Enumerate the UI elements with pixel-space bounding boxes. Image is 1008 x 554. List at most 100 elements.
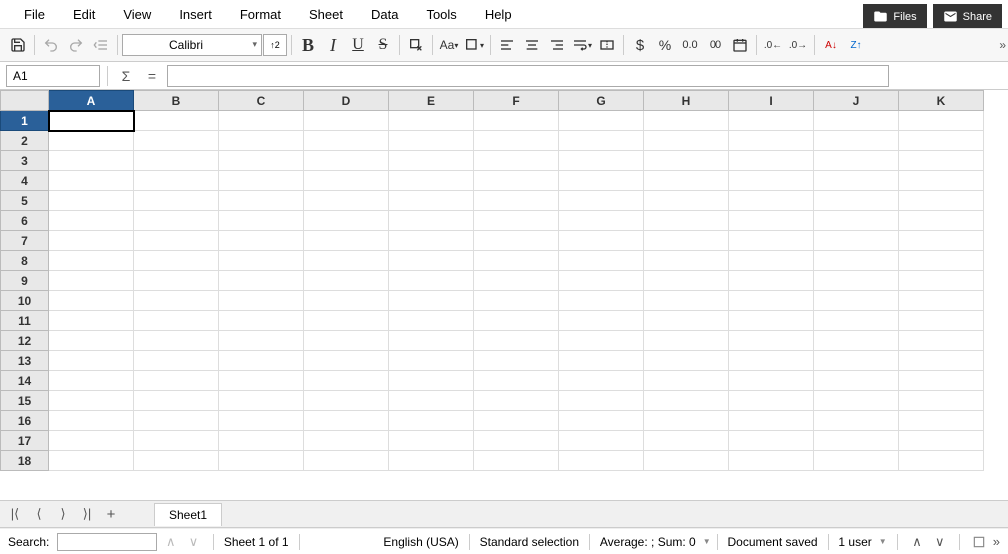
cell-F5[interactable] [474, 191, 559, 211]
column-header-B[interactable]: B [134, 91, 219, 111]
cell-A9[interactable] [49, 271, 134, 291]
cell-I1[interactable] [729, 111, 814, 131]
bg-color-button[interactable]: ▾ [462, 33, 486, 57]
cell-G7[interactable] [559, 231, 644, 251]
row-header-13[interactable]: 13 [1, 351, 49, 371]
cell-D6[interactable] [304, 211, 389, 231]
cell-F7[interactable] [474, 231, 559, 251]
cell-A1[interactable] [49, 111, 134, 131]
cell-J16[interactable] [814, 411, 899, 431]
cell-G5[interactable] [559, 191, 644, 211]
formula-equals-button[interactable]: = [141, 65, 163, 87]
next-sheet-button[interactable]: ⟩ [52, 503, 74, 525]
cell-K9[interactable] [899, 271, 984, 291]
cell-A17[interactable] [49, 431, 134, 451]
cell-J18[interactable] [814, 451, 899, 471]
menu-tools[interactable]: Tools [412, 3, 470, 26]
sort-desc-button[interactable]: Z↑ [844, 33, 868, 57]
cell-G2[interactable] [559, 131, 644, 151]
users-status[interactable]: 1 user [838, 535, 871, 549]
cell-E9[interactable] [389, 271, 474, 291]
cell-D14[interactable] [304, 371, 389, 391]
sort-asc-button[interactable]: A↓ [819, 33, 843, 57]
cell-F15[interactable] [474, 391, 559, 411]
cell-F12[interactable] [474, 331, 559, 351]
cell-A5[interactable] [49, 191, 134, 211]
cell-D11[interactable] [304, 311, 389, 331]
cell-F4[interactable] [474, 171, 559, 191]
cell-K2[interactable] [899, 131, 984, 151]
cell-B14[interactable] [134, 371, 219, 391]
save-button[interactable] [6, 33, 30, 57]
cell-A14[interactable] [49, 371, 134, 391]
cell-K7[interactable] [899, 231, 984, 251]
clear-format-button[interactable] [404, 33, 428, 57]
cell-F16[interactable] [474, 411, 559, 431]
cell-I13[interactable] [729, 351, 814, 371]
cell-E14[interactable] [389, 371, 474, 391]
undo-button[interactable] [39, 33, 63, 57]
menu-format[interactable]: Format [226, 3, 295, 26]
cell-H3[interactable] [644, 151, 729, 171]
cell-C11[interactable] [219, 311, 304, 331]
fit-button[interactable] [970, 531, 989, 553]
cell-H9[interactable] [644, 271, 729, 291]
cell-I8[interactable] [729, 251, 814, 271]
row-header-11[interactable]: 11 [1, 311, 49, 331]
cell-E6[interactable] [389, 211, 474, 231]
cell-E17[interactable] [389, 431, 474, 451]
cell-A8[interactable] [49, 251, 134, 271]
cell-F10[interactable] [474, 291, 559, 311]
cell-K12[interactable] [899, 331, 984, 351]
cell-H14[interactable] [644, 371, 729, 391]
cell-I10[interactable] [729, 291, 814, 311]
cell-F13[interactable] [474, 351, 559, 371]
zoom-in-button[interactable]: ∨ [930, 531, 949, 553]
italic-button[interactable]: I [321, 33, 345, 57]
cell-G10[interactable] [559, 291, 644, 311]
case-button[interactable]: Aa▾ [437, 33, 461, 57]
zoom-out-button[interactable]: ∧ [908, 531, 927, 553]
underline-button[interactable]: U [346, 33, 370, 57]
cell-G14[interactable] [559, 371, 644, 391]
cell-A4[interactable] [49, 171, 134, 191]
status-overflow-button[interactable]: » [993, 534, 1000, 549]
cell-E8[interactable] [389, 251, 474, 271]
cell-A18[interactable] [49, 451, 134, 471]
row-header-17[interactable]: 17 [1, 431, 49, 451]
cell-D17[interactable] [304, 431, 389, 451]
cell-F18[interactable] [474, 451, 559, 471]
cell-G12[interactable] [559, 331, 644, 351]
cell-J11[interactable] [814, 311, 899, 331]
cell-C8[interactable] [219, 251, 304, 271]
percent-button[interactable]: % [653, 33, 677, 57]
cell-G18[interactable] [559, 451, 644, 471]
cell-C13[interactable] [219, 351, 304, 371]
menu-insert[interactable]: Insert [165, 3, 226, 26]
column-header-K[interactable]: K [899, 91, 984, 111]
cell-B9[interactable] [134, 271, 219, 291]
column-header-J[interactable]: J [814, 91, 899, 111]
cell-G11[interactable] [559, 311, 644, 331]
font-name-select[interactable]: Calibri [122, 34, 262, 56]
cell-K5[interactable] [899, 191, 984, 211]
cell-H6[interactable] [644, 211, 729, 231]
row-header-1[interactable]: 1 [1, 111, 49, 131]
cell-J2[interactable] [814, 131, 899, 151]
cell-A16[interactable] [49, 411, 134, 431]
cell-H12[interactable] [644, 331, 729, 351]
files-button[interactable]: Files [863, 4, 926, 29]
menu-data[interactable]: Data [357, 3, 412, 26]
cell-K14[interactable] [899, 371, 984, 391]
cell-C2[interactable] [219, 131, 304, 151]
cell-E10[interactable] [389, 291, 474, 311]
cell-G17[interactable] [559, 431, 644, 451]
cell-F6[interactable] [474, 211, 559, 231]
menu-file[interactable]: File [10, 3, 59, 26]
cell-E11[interactable] [389, 311, 474, 331]
cell-G1[interactable] [559, 111, 644, 131]
cell-G16[interactable] [559, 411, 644, 431]
align-right-button[interactable] [545, 33, 569, 57]
cell-E7[interactable] [389, 231, 474, 251]
cell-A13[interactable] [49, 351, 134, 371]
